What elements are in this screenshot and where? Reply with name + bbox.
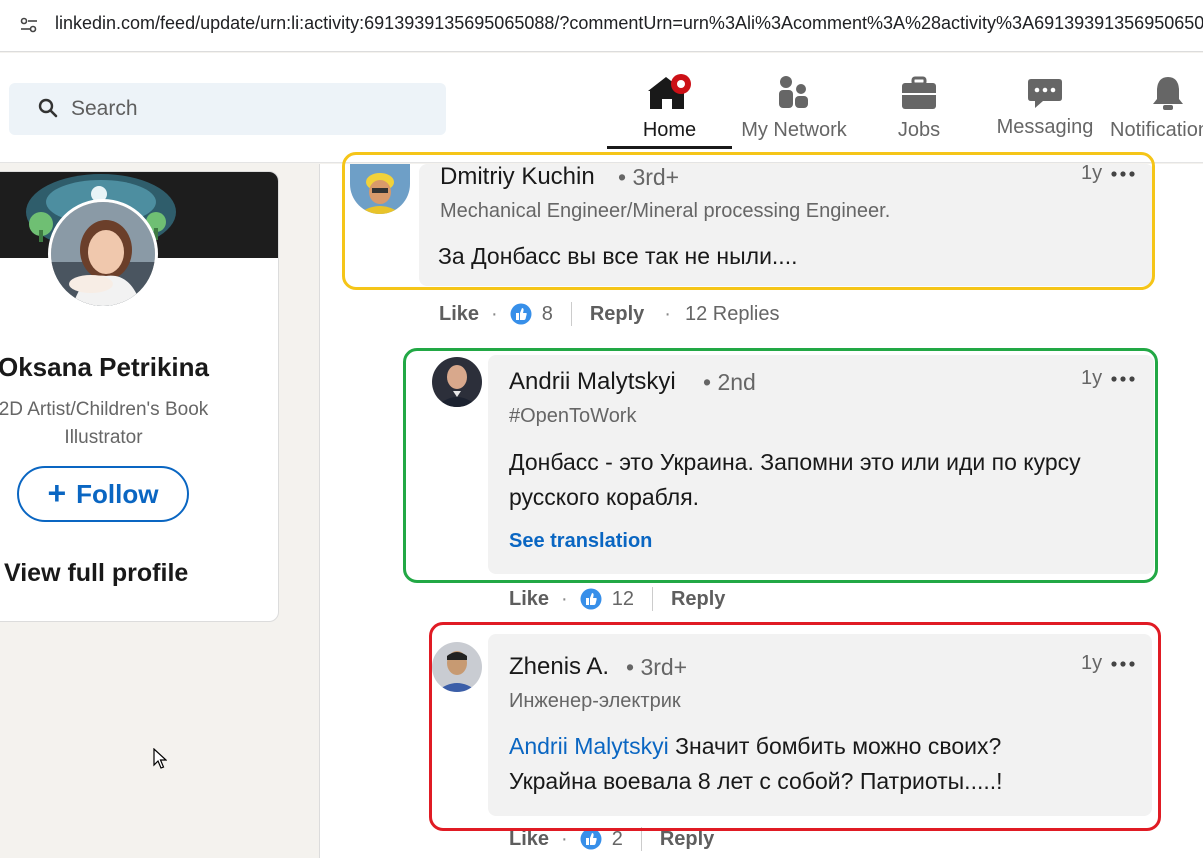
bell-icon (1153, 77, 1183, 110)
view-full-profile-link[interactable]: View full profile (4, 559, 188, 588)
highlight-box-red (429, 622, 1161, 831)
search-input[interactable]: Search (9, 83, 446, 135)
nav-my-network-label: My Network (741, 119, 847, 141)
nav-notifications-label: Notifications (1110, 119, 1203, 141)
nav-home[interactable]: Home (607, 53, 732, 163)
site-settings-icon[interactable] (19, 15, 39, 35)
follow-label: Follow (76, 478, 159, 509)
profile-avatar[interactable] (48, 199, 158, 309)
highlight-box-yellow (342, 152, 1155, 290)
mouse-cursor-icon (153, 748, 167, 769)
like-reaction-icon (580, 828, 602, 850)
nav-notifications[interactable]: Notifications (1110, 53, 1203, 163)
briefcase-icon (902, 76, 936, 109)
profile-headline: 2D Artist/Children's Book Illustrator (0, 399, 209, 448)
like-reaction-icon (510, 303, 532, 325)
plus-icon: + (47, 474, 67, 511)
search-icon (38, 98, 58, 118)
like-button[interactable]: Like (439, 303, 479, 326)
nav-messaging[interactable]: Messaging (990, 53, 1100, 163)
like-count[interactable]: 8 (542, 303, 553, 326)
nav-my-network[interactable]: My Network (734, 53, 854, 163)
active-nav-indicator (607, 146, 732, 149)
nav-jobs-label: Jobs (897, 119, 941, 141)
nav-home-label: Home (642, 119, 697, 141)
follow-button[interactable]: + Follow (17, 466, 189, 522)
like-button[interactable]: Like (509, 588, 549, 611)
profile-name[interactable]: Oksana Petrikina (0, 352, 216, 383)
reply-button[interactable]: Reply (671, 588, 725, 611)
comment-actions: Like · 8 Reply · 12 Replies (439, 302, 780, 326)
replies-count[interactable]: 12 Replies (685, 303, 780, 326)
nav-jobs[interactable]: Jobs (874, 53, 964, 163)
nav-messaging-label: Messaging (996, 116, 1094, 138)
profile-card: Oksana Petrikina 2D Artist/Children's Bo… (0, 171, 279, 622)
highlight-box-green (403, 348, 1158, 583)
home-icon (647, 74, 691, 109)
messaging-icon (1028, 79, 1062, 108)
like-count[interactable]: 12 (612, 588, 634, 611)
reply-button[interactable]: Reply (590, 303, 644, 326)
search-placeholder: Search (71, 97, 138, 120)
like-reaction-icon (580, 588, 602, 610)
people-icon (779, 76, 808, 108)
comment-actions: Like · 12 Reply (509, 587, 726, 611)
top-navigation: Search Home My Network Jobs Messaging No… (0, 53, 1203, 163)
url-text[interactable]: linkedin.com/feed/update/urn:li:activity… (55, 13, 1203, 34)
browser-url-bar[interactable]: linkedin.com/feed/update/urn:li:activity… (0, 0, 1203, 52)
